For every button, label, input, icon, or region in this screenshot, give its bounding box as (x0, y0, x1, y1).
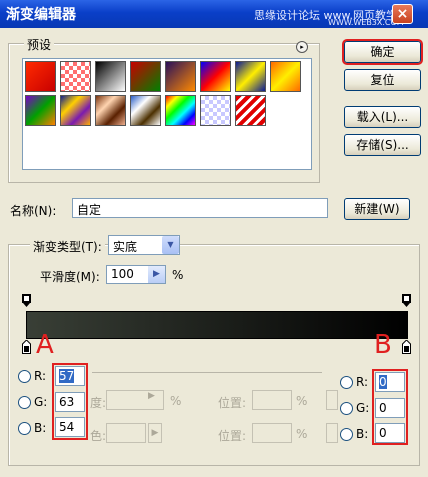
close-button[interactable]: × (392, 4, 413, 24)
b-input-left[interactable]: 54 (55, 417, 85, 437)
b-label-right: B: (356, 427, 369, 441)
name-label: 名称(N): (10, 204, 57, 218)
preset-swatch-fg-to-bg[interactable] (25, 61, 56, 92)
color-arrow-icon: ▶ (148, 423, 162, 443)
r-label: R: (34, 369, 47, 383)
preset-swatch-transparent-rainbow[interactable] (200, 95, 231, 126)
r-radio[interactable] (18, 370, 31, 383)
gradient-type-label: 渐变类型(T): (30, 238, 105, 255)
r-value-right: 0 (379, 375, 387, 389)
preset-swatch-violet-green-orange[interactable] (25, 95, 56, 126)
opacity-stop-right[interactable] (402, 294, 411, 308)
r-value-left: 57 (59, 369, 75, 383)
gradient-preview-bar[interactable] (26, 311, 408, 339)
color-location-input (252, 423, 292, 443)
preset-swatch-copper[interactable] (95, 95, 126, 126)
color-delete-button (326, 423, 338, 443)
annotation-a: A (36, 330, 54, 360)
opacity-arrow-icon: ▶ (148, 391, 155, 401)
smoothness-unit: % (172, 268, 184, 282)
color-stop-right[interactable] (402, 339, 411, 354)
color-swatch (106, 423, 146, 443)
opacity-stop-left[interactable] (22, 294, 31, 308)
preset-swatch-fg-to-transparent[interactable] (60, 61, 91, 92)
preset-swatch-chrome[interactable] (130, 95, 161, 126)
color-location-label: 位置: (218, 429, 247, 443)
smoothness-label: 平滑度(M): (40, 270, 100, 284)
preset-swatch-transparent-stripes[interactable] (235, 95, 266, 126)
opacity-location-input (252, 390, 292, 410)
color-location-percent: % (296, 427, 308, 441)
preset-swatch-blue-yellow-blue[interactable] (235, 61, 266, 92)
b-radio[interactable] (18, 422, 31, 435)
g-input-left[interactable]: 63 (55, 392, 85, 412)
g-radio-right[interactable] (340, 402, 353, 415)
name-input[interactable]: 自定 (72, 198, 328, 218)
opacity-label-fragment: 度: (90, 396, 107, 410)
preset-swatch-black-white[interactable] (95, 61, 126, 92)
opacity-location-label: 位置: (218, 396, 247, 410)
preset-swatch-spectrum[interactable] (165, 95, 196, 126)
presets-menu-icon[interactable]: ▸ (296, 41, 308, 53)
chevron-right-icon[interactable]: ▶ (148, 266, 165, 283)
preset-swatch-grid (22, 58, 312, 170)
opacity-location-percent: % (296, 394, 308, 408)
r-input-right[interactable]: 0 (375, 372, 405, 392)
b-label: B: (34, 421, 47, 435)
window-title: 渐变编辑器 (6, 7, 76, 23)
preset-swatch-blue-red-yellow[interactable] (200, 61, 231, 92)
load-button[interactable]: 载入(L)... (344, 106, 421, 128)
r-input-left[interactable]: 57 (55, 366, 85, 386)
opacity-input (106, 390, 164, 410)
preset-swatch-red-green[interactable] (130, 61, 161, 92)
reset-button[interactable]: 复位 (344, 69, 421, 91)
preset-swatch-violet-orange[interactable] (165, 61, 196, 92)
new-button[interactable]: 新建(W) (344, 198, 410, 220)
b-radio-right[interactable] (340, 428, 353, 441)
r-label-right: R: (356, 375, 369, 389)
ok-button[interactable]: 确定 (342, 39, 423, 65)
chevron-down-icon[interactable]: ▼ (162, 236, 179, 254)
opacity-percent: % (170, 394, 182, 408)
stops-divider (92, 372, 322, 373)
b-input-right[interactable]: 0 (375, 423, 405, 443)
color-label-fragment: 色: (90, 429, 107, 443)
save-button[interactable]: 存储(S)... (344, 134, 421, 156)
presets-label: 预设 (24, 36, 55, 53)
preset-swatch-orange-yellow-orange[interactable] (270, 61, 301, 92)
annotation-b: B (374, 330, 392, 360)
color-stop-left[interactable] (22, 339, 31, 354)
g-label-right: G: (356, 401, 370, 415)
opacity-delete-button (326, 390, 338, 410)
g-input-right[interactable]: 0 (375, 398, 405, 418)
r-radio-right[interactable] (340, 376, 353, 389)
preset-swatch-yellow-violet-orange-blue[interactable] (60, 95, 91, 126)
g-label: G: (34, 395, 48, 409)
g-radio[interactable] (18, 396, 31, 409)
